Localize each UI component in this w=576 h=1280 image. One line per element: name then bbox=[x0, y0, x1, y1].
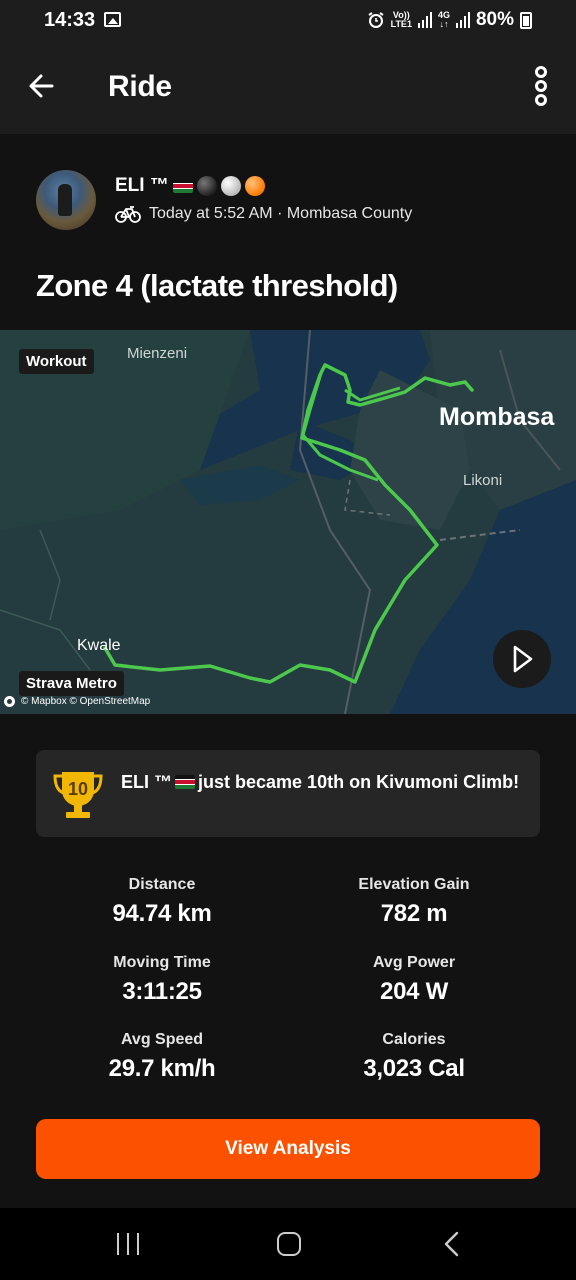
status-bar: 14:33 Vo)) LTE1 4G ↓↑ 80% bbox=[0, 0, 576, 40]
place-label-mombasa: Mombasa bbox=[439, 403, 555, 431]
recent-apps-icon[interactable] bbox=[117, 1233, 139, 1255]
page-title: Ride bbox=[108, 70, 172, 103]
status-time: 14:33 bbox=[44, 9, 96, 31]
activity-meta: Today at 5:52 AM · Mombasa County bbox=[115, 205, 412, 223]
achievement-card[interactable]: 10 ELI ™ just became 10th on Kivumoni Cli… bbox=[36, 750, 540, 837]
battery-icon bbox=[520, 11, 532, 29]
achievement-message: just became 10th on Kivumoni Climb! bbox=[198, 772, 520, 792]
status-indicators: Vo)) LTE1 4G ↓↑ 80% bbox=[367, 9, 532, 31]
bike-icon bbox=[115, 206, 141, 223]
stat-moving-time: Moving Time 3:11:25 bbox=[113, 954, 211, 1005]
achievement-athlete: ELI ™ bbox=[121, 772, 173, 792]
app-bar: Ride bbox=[0, 40, 576, 134]
trophy-icon: 10 bbox=[53, 772, 103, 818]
battery-percent: 80% bbox=[475, 9, 514, 30]
orange-ball-icon bbox=[244, 176, 265, 196]
volte-indicator: Vo)) LTE1 bbox=[390, 10, 412, 29]
mapbox-logo-icon bbox=[4, 696, 15, 707]
workout-tag: Workout bbox=[19, 349, 94, 374]
activity-title: Zone 4 (lactate threshold) bbox=[36, 268, 398, 303]
nav-back-icon[interactable] bbox=[440, 1230, 464, 1258]
play-icon bbox=[513, 645, 533, 673]
signal-icon bbox=[417, 12, 432, 28]
map-attribution[interactable]: © Mapbox © OpenStreetMap bbox=[4, 696, 150, 707]
avatar[interactable] bbox=[36, 170, 96, 230]
svg-text:10: 10 bbox=[68, 779, 88, 799]
signal-icon-2 bbox=[455, 12, 470, 28]
place-label-mienzeni: Mienzeni bbox=[127, 345, 188, 362]
map-canvas bbox=[0, 330, 576, 714]
athlete-name-row[interactable]: ELI ™ bbox=[115, 175, 265, 197]
play-flyover-button[interactable] bbox=[493, 630, 551, 688]
stat-elevation-gain: Elevation Gain 782 m bbox=[358, 876, 470, 927]
achievement-text: ELI ™ just became 10th on Kivumoni Climb! bbox=[121, 768, 521, 796]
place-label-kwale: Kwale bbox=[77, 637, 121, 654]
home-icon[interactable] bbox=[277, 1232, 301, 1256]
stat-distance: Distance 94.74 km bbox=[112, 876, 212, 927]
stat-avg-power: Avg Power 204 W bbox=[372, 954, 456, 1005]
kenya-flag-icon bbox=[172, 179, 193, 193]
route-map[interactable]: Workout Mienzeni Mombasa Likoni Kwale St… bbox=[0, 330, 576, 714]
gallery-notification-icon bbox=[104, 12, 121, 27]
alarm-icon bbox=[368, 12, 384, 28]
activity-meta-text: Today at 5:52 AM · Mombasa County bbox=[149, 205, 413, 222]
stat-calories: Calories 3,023 Cal bbox=[363, 1031, 465, 1082]
white-ball-icon bbox=[220, 176, 241, 196]
more-options-icon[interactable] bbox=[528, 66, 554, 106]
view-analysis-button[interactable]: View Analysis bbox=[36, 1119, 540, 1179]
athlete-name: ELI ™ bbox=[115, 175, 169, 196]
4g-indicator: 4G ↓↑ bbox=[437, 10, 450, 29]
place-label-likoni: Likoni bbox=[463, 472, 503, 489]
stat-avg-speed: Avg Speed 29.7 km/h bbox=[108, 1031, 216, 1082]
strava-metro-tag[interactable]: Strava Metro bbox=[19, 671, 124, 696]
black-ball-icon bbox=[196, 176, 217, 196]
back-arrow-icon[interactable] bbox=[24, 68, 60, 104]
kenya-flag-icon bbox=[175, 775, 196, 789]
system-nav-bar bbox=[0, 1208, 576, 1280]
